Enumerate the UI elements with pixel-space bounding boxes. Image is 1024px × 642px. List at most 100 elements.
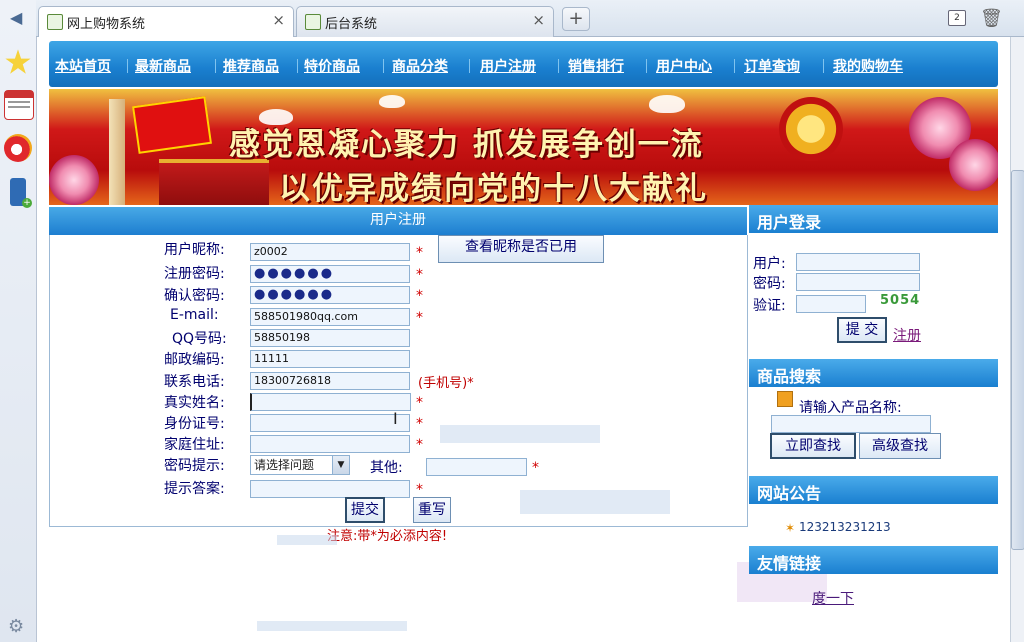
nav-divider <box>383 59 384 73</box>
tab-title: 网上购物系统 <box>67 17 146 32</box>
email-input[interactable]: 588501980qq.com <box>250 308 410 326</box>
other-label: 其他: <box>370 460 403 476</box>
required-mark: * <box>416 245 423 261</box>
hint-answer-input[interactable] <box>250 480 410 498</box>
phone-label: 联系电话: <box>164 374 225 390</box>
required-mark: * <box>416 267 423 283</box>
realname-label: 真实姓名: <box>164 395 225 411</box>
chevron-down-icon[interactable]: ▼ <box>332 456 349 474</box>
advanced-search-button[interactable]: 高级查找 <box>859 433 941 459</box>
reset-button[interactable]: 重写 <box>413 497 451 523</box>
close-tab-icon[interactable]: × <box>532 11 545 29</box>
tab-list-icon[interactable]: 2 <box>948 10 966 26</box>
search-input[interactable] <box>771 415 931 433</box>
idcard-input[interactable] <box>250 414 410 432</box>
qq-input[interactable]: 58850198 <box>250 329 410 347</box>
email-label: E-mail: <box>170 307 219 323</box>
tiananmen-image <box>159 159 269 205</box>
mobile-icon[interactable]: + <box>10 178 32 208</box>
check-nickname-button[interactable]: 查看昵称是否已用 <box>438 235 604 263</box>
nav-shopping-cart[interactable]: 我的购物车 <box>833 56 903 76</box>
zip-input[interactable]: 11111 <box>250 350 410 368</box>
nav-sales-ranking[interactable]: 销售排行 <box>568 56 624 76</box>
banner-image: 感觉恩凝心聚力 抓发展争创一流 以优异成绩向党的十八大献礼 <box>49 89 998 205</box>
login-user-input[interactable] <box>796 253 920 271</box>
search-prompt: 请输入产品名称: <box>799 400 902 416</box>
nickname-input[interactable]: z0002 <box>250 243 410 261</box>
required-mark: * <box>416 437 423 453</box>
required-mark: * <box>532 460 539 476</box>
nav-recommended[interactable]: 推荐商品 <box>223 56 279 76</box>
login-password-input[interactable] <box>796 273 920 291</box>
required-notice: 注意:带*为必添内容! <box>327 529 448 544</box>
other-input[interactable] <box>426 458 527 476</box>
nav-special-price[interactable]: 特价商品 <box>304 56 360 76</box>
required-mark: * <box>416 310 423 326</box>
flag-image <box>132 96 212 154</box>
settings-gear-icon[interactable]: ⚙ <box>8 616 24 637</box>
emblem-image <box>779 97 843 161</box>
tab-shopping-system[interactable]: 网上购物系统 × <box>38 6 294 37</box>
trash-icon[interactable]: 🗑 <box>980 8 1003 29</box>
phone-input[interactable]: 18300726818 <box>250 372 410 390</box>
nav-divider <box>127 59 128 73</box>
address-label: 家庭住址: <box>164 437 225 453</box>
tab-admin-system[interactable]: 后台系统 × <box>296 6 554 37</box>
address-input[interactable] <box>250 435 410 453</box>
nav-divider <box>646 59 647 73</box>
confirm-password-input[interactable]: ●●●●●● <box>250 286 410 304</box>
confirm-password-label: 确认密码: <box>164 288 225 304</box>
nav-divider <box>734 59 735 73</box>
required-mark: * <box>416 395 423 411</box>
faint-background <box>257 621 407 631</box>
weibo-icon[interactable] <box>4 134 32 162</box>
nav-home[interactable]: 本站首页 <box>55 56 111 76</box>
submit-button[interactable]: 提交 <box>345 497 385 523</box>
links-panel-header: 友情链接 <box>749 546 998 574</box>
nav-new-products[interactable]: 最新商品 <box>135 56 191 76</box>
page-favicon-icon <box>47 14 63 30</box>
zip-label: 邮政编码: <box>164 352 225 368</box>
scrollbar-thumb[interactable] <box>1011 170 1024 550</box>
banner-slogan-line2: 以优异成绩向党的十八大献礼 <box>279 171 708 205</box>
nav-register[interactable]: 用户注册 <box>480 56 536 76</box>
login-register-link[interactable]: 注册 <box>893 325 921 345</box>
nav-divider <box>297 59 298 73</box>
required-mark: * <box>416 482 423 498</box>
flower-image <box>49 155 99 205</box>
password-input[interactable]: ●●●●●● <box>250 265 410 283</box>
column-image <box>109 99 125 205</box>
tab-bar: 网上购物系统 × 后台系统 × + 2 🗑 <box>36 0 1024 37</box>
login-captcha-input[interactable] <box>796 295 866 313</box>
new-tab-button[interactable]: + <box>562 7 590 31</box>
friend-link[interactable]: 度一下 <box>812 588 854 608</box>
search-now-button[interactable]: 立即查找 <box>770 433 856 459</box>
required-mark: * <box>416 288 423 304</box>
password-hint-select[interactable]: 请选择问题 ▼ <box>250 455 350 475</box>
close-tab-icon[interactable]: × <box>272 11 285 29</box>
nav-user-center[interactable]: 用户中心 <box>656 56 712 76</box>
banner-slogan-line1: 感觉恩凝心聚力 抓发展争创一流 <box>229 127 704 163</box>
favorites-star-icon[interactable] <box>5 49 31 74</box>
nav-order-query[interactable]: 订单查询 <box>744 56 800 76</box>
login-submit-button[interactable]: 提 交 <box>837 317 887 343</box>
login-password-label: 密码: <box>753 276 786 292</box>
realname-input[interactable] <box>250 393 411 411</box>
notice-bullet-icon: ✶ <box>785 521 796 535</box>
notice-title: 网站公告 <box>757 484 822 503</box>
search-panel-header: 商品搜索 <box>749 359 998 387</box>
notice-panel-header: 网站公告 <box>749 476 998 504</box>
news-icon[interactable] <box>4 90 34 120</box>
back-icon[interactable]: ◀ <box>10 8 22 27</box>
links-title: 友情链接 <box>757 554 822 573</box>
nav-categories[interactable]: 商品分类 <box>392 56 448 76</box>
faint-background <box>440 425 600 443</box>
notice-item[interactable]: 123213231213 <box>799 520 891 534</box>
nav-divider <box>215 59 216 73</box>
register-form: 用户昵称: z0002 * 查看昵称是否已用 注册密码: ●●●●●● * 确认… <box>49 235 748 527</box>
faint-background <box>520 490 670 514</box>
dove-image <box>379 95 405 108</box>
login-user-label: 用户: <box>753 256 786 272</box>
browser-sidebar: ◀ + ⚙ <box>0 0 37 642</box>
dove-image <box>649 95 685 113</box>
